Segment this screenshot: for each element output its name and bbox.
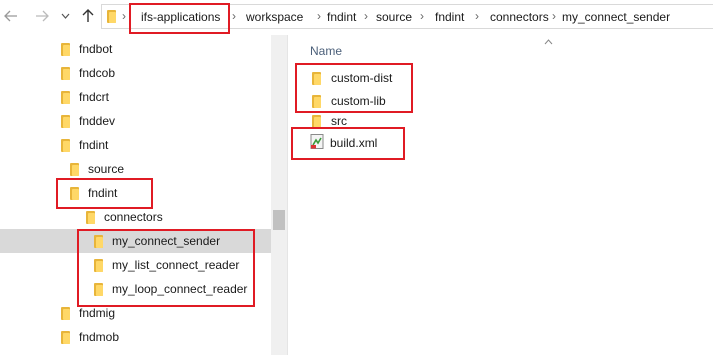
back-button[interactable] [0, 5, 22, 27]
tree-item-label: fndint [79, 138, 109, 152]
breadcrumb-fndint[interactable]: fndint [327, 10, 356, 24]
folder-icon [61, 66, 70, 80]
folder-icon [61, 306, 70, 320]
tree-item-label: fndmob [79, 330, 120, 344]
breadcrumb-separator-icon: › [232, 9, 236, 23]
breadcrumb-source[interactable]: source [376, 10, 412, 24]
column-header-name[interactable]: Name [310, 44, 342, 58]
tree-item-fndbot[interactable]: fndbot [61, 37, 112, 61]
breadcrumb-separator-icon: › [122, 9, 126, 23]
folder-icon [61, 90, 70, 104]
pane-divider [287, 35, 288, 355]
folder-icon [61, 138, 70, 152]
arrow-right-icon [36, 10, 49, 22]
folder-icon [312, 114, 321, 128]
sort-indicator-icon [544, 34, 553, 48]
folder-icon [107, 10, 116, 23]
tree-scrollbar[interactable] [271, 35, 287, 355]
highlight-box [291, 127, 405, 160]
tree-item-label: fndcrt [79, 90, 110, 104]
highlight-box [77, 229, 255, 307]
breadcrumb-separator-icon: › [364, 9, 368, 23]
tree-scrollbar-thumb[interactable] [273, 210, 285, 230]
recent-locations-button[interactable] [57, 5, 73, 27]
breadcrumb-separator-icon: › [420, 9, 424, 23]
tree-item-label: fndbot [79, 42, 113, 56]
chevron-down-icon [61, 13, 69, 19]
tree-item-fndcob[interactable]: fndcob [61, 61, 115, 85]
folder-icon [86, 210, 95, 224]
list-item-label: src [331, 114, 347, 128]
breadcrumb-separator-icon: › [552, 9, 556, 23]
forward-button[interactable] [31, 5, 53, 27]
arrow-left-icon [4, 10, 17, 22]
folder-icon [61, 330, 70, 344]
breadcrumb-my-connect-sender[interactable]: my_connect_sender [562, 10, 670, 24]
tree-item-fndint[interactable]: fndint [61, 133, 108, 157]
breadcrumb-workspace[interactable]: workspace [246, 10, 303, 24]
breadcrumb-connectors[interactable]: connectors [490, 10, 549, 24]
folder-icon [70, 162, 79, 176]
highlight-box [295, 63, 413, 113]
tree-item-fndcrt[interactable]: fndcrt [61, 85, 109, 109]
up-button[interactable] [78, 5, 98, 27]
tree-item-label: connectors [104, 210, 163, 224]
breadcrumb-separator-icon: › [317, 9, 321, 23]
highlight-box [56, 178, 153, 209]
tree-item-label: fnddev [79, 114, 116, 128]
tree-item-label: fndcob [79, 66, 116, 80]
highlight-box [129, 3, 230, 34]
folder-icon [61, 114, 70, 128]
folder-icon [61, 42, 70, 56]
arrow-up-icon [82, 9, 94, 22]
tree-item-label: fndmig [79, 306, 116, 320]
tree-item-label: source [88, 162, 125, 176]
breadcrumb-fndint-2[interactable]: fndint [435, 10, 464, 24]
tree-item-fnddev[interactable]: fnddev [61, 109, 115, 133]
breadcrumb-separator-icon: › [475, 9, 479, 23]
tree-item-fndmob[interactable]: fndmob [61, 325, 119, 349]
